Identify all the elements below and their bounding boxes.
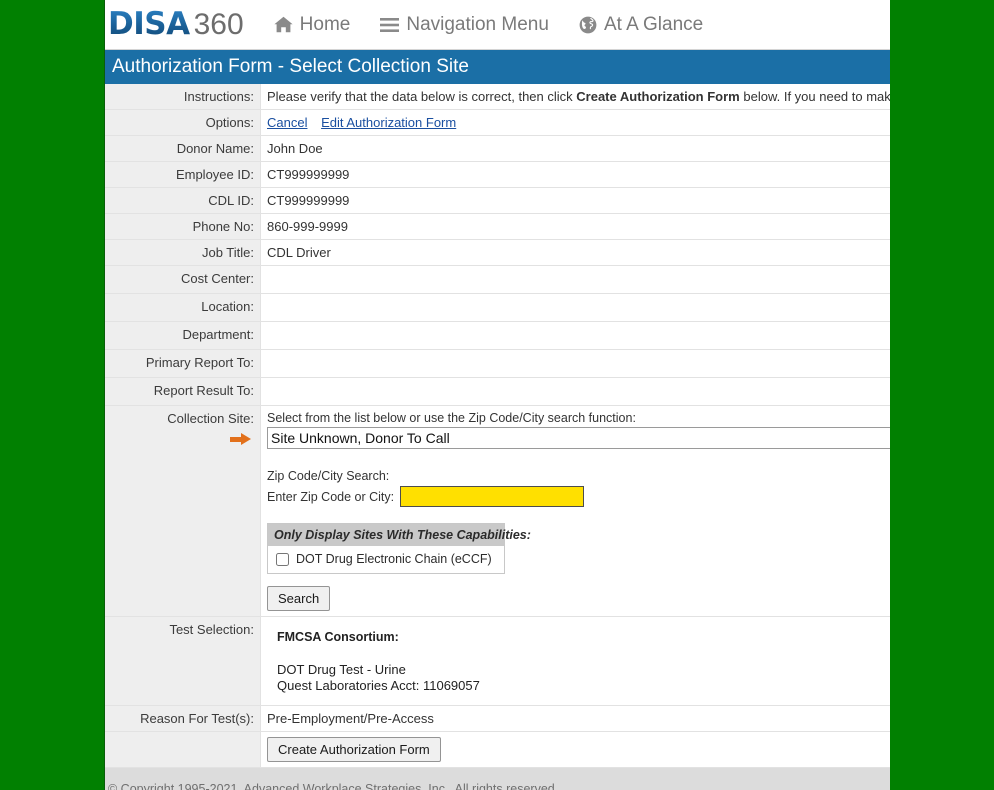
authorization-form-table: Instructions: Please verify that the dat… (104, 84, 890, 768)
nav-item-navigation-menu-label: Navigation Menu (406, 14, 549, 36)
table-row-submit: Create Authorization Form (104, 732, 890, 768)
copyright-footer: © Copyright 1995-2021, Advanced Workplac… (104, 768, 890, 790)
nav-item-at-a-glance[interactable]: At A Glance (579, 14, 703, 36)
eccf-capability-checkbox[interactable] (276, 553, 289, 566)
label-collection-site: Collection Site: (104, 406, 261, 617)
label-submit-spacer (104, 732, 261, 768)
value-reason-for-tests: Pre-Employment/Pre-Access (261, 706, 891, 732)
page-title: Authorization Form - Select Collection S… (104, 50, 890, 84)
value-report-result-to (261, 378, 891, 406)
instructions-text-after: below. If you need to make correctio (740, 89, 890, 104)
table-row-cdl-id: CDL ID: CT999999999 (104, 188, 890, 214)
home-icon (274, 16, 293, 33)
table-row-test-selection: Test Selection: FMCSA Consortium: DOT Dr… (104, 617, 890, 706)
table-row-primary-report-to: Primary Report To: (104, 350, 890, 378)
value-options: Cancel Edit Authorization Form (261, 110, 891, 136)
capabilities-filter-box: Only Display Sites With These Capabiliti… (267, 523, 505, 574)
label-reason-for-tests: Reason For Test(s): (104, 706, 261, 732)
label-cdl-id: CDL ID: (104, 188, 261, 214)
zip-code-or-city-input[interactable] (400, 486, 584, 507)
top-navigation-bar: DISA 360 Home (104, 0, 890, 50)
capability-option-row[interactable]: DOT Drug Electronic Chain (eCCF) (268, 546, 504, 573)
value-job-title: CDL Driver (261, 240, 891, 266)
value-cdl-id: CT999999999 (261, 188, 891, 214)
table-row-cost-center: Cost Center: (104, 266, 890, 294)
nav-item-home-label: Home (300, 14, 351, 36)
zip-search-heading: Zip Code/City Search: (267, 469, 890, 483)
table-row-reason-for-tests: Reason For Test(s): Pre-Employment/Pre-A… (104, 706, 890, 732)
zip-input-label: Enter Zip Code or City: (267, 490, 394, 504)
nav-item-at-a-glance-label: At A Glance (604, 14, 703, 36)
eccf-capability-label: DOT Drug Electronic Chain (eCCF) (296, 552, 492, 566)
collection-site-hint: Select from the list below or use the Zi… (267, 411, 890, 425)
value-collection-site: Select from the list below or use the Zi… (261, 406, 891, 617)
edit-authorization-form-link[interactable]: Edit Authorization Form (321, 115, 456, 130)
table-row-report-result-to: Report Result To: (104, 378, 890, 406)
value-employee-id: CT999999999 (261, 162, 891, 188)
page-left-border (104, 0, 105, 790)
test-name: DOT Drug Test - Urine (277, 662, 890, 678)
label-department: Department: (104, 322, 261, 350)
label-donor-name: Donor Name: (104, 136, 261, 162)
label-location: Location: (104, 294, 261, 322)
required-field-arrow (110, 426, 254, 448)
label-employee-id: Employee ID: (104, 162, 261, 188)
label-report-result-to: Report Result To: (104, 378, 261, 406)
disa360-logo: DISA 360 (108, 9, 244, 40)
label-phone-no: Phone No: (104, 214, 261, 240)
label-collection-site-text: Collection Site: (167, 411, 254, 426)
table-row-employee-id: Employee ID: CT999999999 (104, 162, 890, 188)
label-job-title: Job Title: (104, 240, 261, 266)
table-row-location: Location: (104, 294, 890, 322)
table-row-collection-site: Collection Site: Select from the list be… (104, 406, 890, 617)
hamburger-menu-icon (380, 17, 399, 33)
value-location (261, 294, 891, 322)
label-instructions: Instructions: (104, 84, 261, 110)
collection-site-select[interactable]: Site Unknown, Donor To Call (267, 427, 890, 449)
label-cost-center: Cost Center: (104, 266, 261, 294)
search-button[interactable]: Search (267, 586, 330, 611)
instructions-text-before: Please verify that the data below is cor… (267, 89, 576, 104)
value-cost-center (261, 266, 891, 294)
lab-account: Quest Laboratories Acct: 11069057 (277, 678, 890, 694)
value-primary-report-to (261, 350, 891, 378)
label-primary-report-to: Primary Report To: (104, 350, 261, 378)
table-row-donor-name: Donor Name: John Doe (104, 136, 890, 162)
table-row-options: Options: Cancel Edit Authorization Form (104, 110, 890, 136)
browser-content-viewport: DISA 360 Home (104, 0, 890, 790)
capabilities-filter-heading: Only Display Sites With These Capabiliti… (268, 524, 504, 546)
value-department (261, 322, 891, 350)
value-phone-no: 860-999-9999 (261, 214, 891, 240)
table-row-phone-no: Phone No: 860-999-9999 (104, 214, 890, 240)
table-row-department: Department: (104, 322, 890, 350)
value-instructions: Please verify that the data below is cor… (261, 84, 891, 110)
zip-search-block: Zip Code/City Search: Enter Zip Code or … (267, 469, 890, 611)
value-submit: Create Authorization Form (261, 732, 891, 768)
label-options: Options: (104, 110, 261, 136)
table-row-instructions: Instructions: Please verify that the dat… (104, 84, 890, 110)
nav-item-navigation-menu[interactable]: Navigation Menu (380, 14, 549, 36)
label-test-selection: Test Selection: (104, 617, 261, 706)
logo-disa-text: DISA (108, 9, 190, 40)
table-row-job-title: Job Title: CDL Driver (104, 240, 890, 266)
cancel-link[interactable]: Cancel (267, 115, 307, 130)
logo-360-text: 360 (194, 10, 244, 40)
globe-icon (579, 16, 597, 34)
arrow-right-icon (230, 433, 252, 445)
create-authorization-form-button[interactable]: Create Authorization Form (267, 737, 441, 762)
consortium-name: FMCSA Consortium: (277, 630, 890, 644)
instructions-text-bold: Create Authorization Form (576, 89, 739, 104)
nav-item-home[interactable]: Home (274, 14, 351, 36)
value-donor-name: John Doe (261, 136, 891, 162)
value-test-selection: FMCSA Consortium: DOT Drug Test - Urine … (261, 617, 891, 706)
